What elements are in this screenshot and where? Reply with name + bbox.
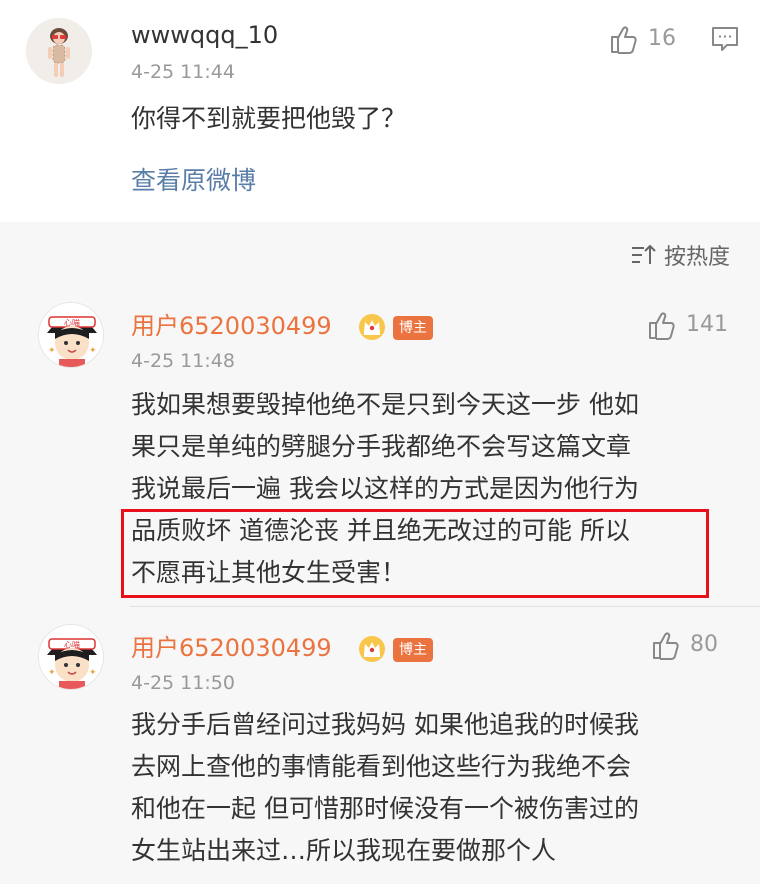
reply-text-line: 我分手后曾经问过我妈妈 如果他追我的时候我 [131,710,639,739]
timestamp: 4-25 11:50 [131,672,235,694]
highlight-box [121,509,709,598]
crown-icon [359,314,385,340]
reply-text-line: 果只是单纯的劈腿分手我都绝不会写这篇文章 [131,432,632,461]
like-button[interactable]: 80 [650,628,718,662]
svg-text:✦: ✦ [89,668,97,678]
divider [130,606,760,607]
reply-text-line: 去网上查他的事情能看到他这些行为我绝不会 [131,752,632,781]
reply-text-line: 我如果想要毁掉他绝不是只到今天这一步 他如 [131,390,639,419]
sort-by-hot-button[interactable]: 按热度 [630,240,730,270]
thumbs-up-icon [653,632,679,660]
thumbs-up-icon [649,312,675,340]
reply-text-line: 女生站出来过…所以我现在要做那个人 [131,836,557,865]
avatar[interactable] [26,18,92,84]
like-count: 141 [686,312,728,337]
like-count: 16 [648,26,676,51]
reply-text-line: 和他在一起 但可惜那时候没有一个被伤害过的 [131,794,639,823]
svg-text:✦: ✦ [48,668,56,678]
crown-icon [359,636,385,662]
top-comment-card: wwwqqq_10 4-25 11:44 16 你得不到就要把他毁了？ 查看原微… [0,0,760,222]
thumbs-up-icon [611,26,637,54]
avatar[interactable]: 心喵 ✦ ✦ [38,624,104,690]
timestamp: 4-25 11:44 [131,61,235,83]
sort-label: 按热度 [663,245,730,270]
svg-text:✦: ✦ [48,346,56,356]
svg-text:✦: ✦ [89,346,97,356]
blogger-badge: 博主 [393,638,433,662]
like-button[interactable]: 141 [646,308,728,342]
avatar[interactable]: 心喵 ✦ ✦ [38,302,104,368]
username[interactable]: wwwqqq_10 [131,20,278,50]
comment-icon[interactable] [710,24,740,54]
timestamp: 4-25 11:48 [131,350,235,372]
blogger-badge: 博主 [393,316,433,340]
like-button[interactable]: 16 [608,22,676,56]
sort-icon [631,244,656,264]
username[interactable]: 用户6520030499 [131,633,332,663]
username[interactable]: 用户6520030499 [131,311,332,341]
reply-text-line: 我说最后一遍 我会以这样的方式是因为他行为 [131,474,639,503]
like-count: 80 [690,632,718,657]
comment-text: 你得不到就要把他毁了？ [131,104,407,133]
view-original-link[interactable]: 查看原微博 [131,165,256,197]
reply-text: 我分手后曾经问过我妈妈 如果他追我的时候我 去网上查他的事情能看到他这些行为我绝… [131,704,639,872]
